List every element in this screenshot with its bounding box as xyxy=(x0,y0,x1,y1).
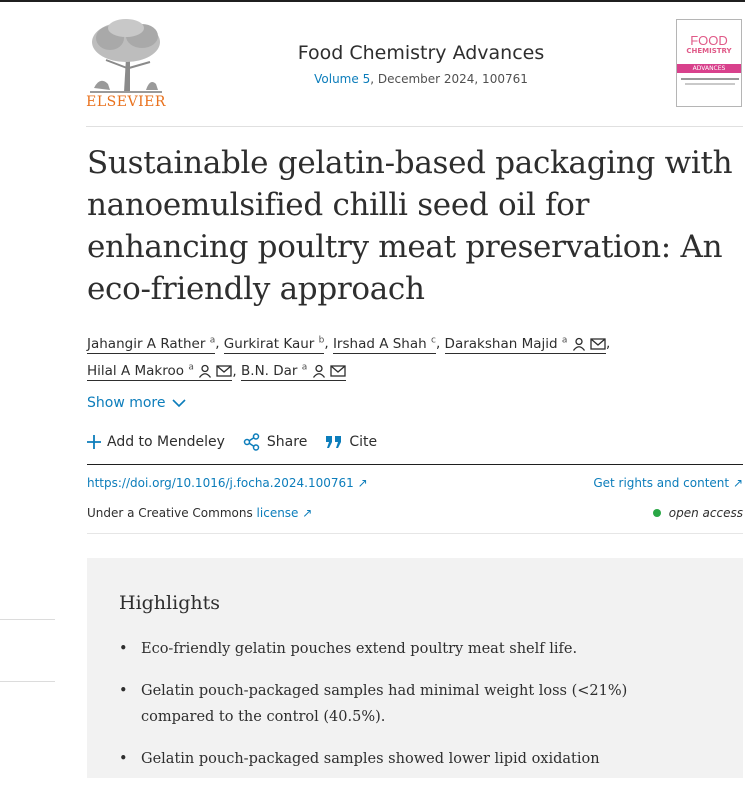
highlight-item: Gelatin pouch-packaged samples showed lo… xyxy=(119,746,679,772)
author-link[interactable]: B.N. Dar a xyxy=(241,363,346,381)
show-more-button[interactable]: Show more xyxy=(87,395,186,411)
highlights-title: Highlights xyxy=(119,592,220,614)
external-arrow-icon: ↗ xyxy=(732,476,743,490)
doi-link[interactable]: https://doi.org/10.1016/j.focha.2024.100… xyxy=(87,476,368,490)
cover-band: ADVANCES xyxy=(677,64,741,73)
person-icon xyxy=(199,364,212,378)
license-prefix: Under a Creative Commons xyxy=(87,506,257,520)
elsevier-logo[interactable]: ELSEVIER xyxy=(86,18,166,110)
rights-text: Get rights and content xyxy=(593,476,730,490)
add-to-mendeley-button[interactable]: Add to Mendeley xyxy=(87,434,225,450)
author-name: B.N. Dar xyxy=(241,363,298,379)
mail-icon xyxy=(590,337,606,350)
open-access-dot-icon xyxy=(652,509,661,517)
author-list: Jahangir A Rather a, Gurkirat Kaur b, Ir… xyxy=(87,335,611,381)
share-label: Share xyxy=(266,434,308,450)
license-info: Under a Creative Commons license ↗ xyxy=(87,506,312,520)
rights-link[interactable]: Get rights and content ↗ xyxy=(593,476,743,490)
elsevier-wordmark: ELSEVIER xyxy=(86,94,166,110)
author-name: Darakshan Majid xyxy=(444,335,558,352)
external-arrow-icon: ↗ xyxy=(357,476,368,490)
author-name: Jahangir A Rather xyxy=(87,335,206,352)
cover-line xyxy=(685,83,735,85)
author-affiliation: c xyxy=(431,335,436,345)
top-border xyxy=(0,0,745,2)
author-link[interactable]: Hilal A Makroo a xyxy=(87,362,233,381)
article-title: Sustainable gelatin-based packaging with… xyxy=(87,145,733,307)
chevron-down-icon xyxy=(171,399,186,408)
mail-icon xyxy=(216,365,233,377)
author-link[interactable]: Darakshan Majid a xyxy=(444,335,606,354)
highlight-item: Eco-friendly gelatin pouches extend poul… xyxy=(119,636,679,662)
header-divider xyxy=(86,126,743,127)
share-button[interactable]: Share xyxy=(243,433,307,451)
highlights-section: Highlights Eco-friendly gelatin pouches … xyxy=(87,558,743,778)
doi-text: https://doi.org/10.1016/j.focha.2024.100… xyxy=(87,476,354,490)
cite-label: Cite xyxy=(349,434,378,450)
left-divider xyxy=(0,619,55,620)
license-link[interactable]: license ↗ xyxy=(257,506,313,520)
author-name: Gurkirat Kaur xyxy=(223,335,315,352)
meta-divider xyxy=(87,533,743,534)
plus-icon xyxy=(87,435,101,449)
journal-meta: Volume 5, December 2024, 100761 xyxy=(190,72,652,86)
person-icon xyxy=(312,364,325,378)
cite-button[interactable]: Cite xyxy=(325,434,377,450)
cover-title-chemistry: CHEMISTRY xyxy=(686,47,732,55)
mail-icon xyxy=(330,365,346,377)
person-icon xyxy=(572,337,585,351)
show-more-label: Show more xyxy=(87,395,166,411)
quote-icon xyxy=(326,436,342,448)
author-affiliation: a xyxy=(188,362,194,373)
author-link[interactable]: Jahangir A Rather a xyxy=(87,335,216,354)
author-affiliation: a xyxy=(209,335,216,345)
journal-name[interactable]: Food Chemistry Advances xyxy=(190,42,652,64)
author-link[interactable]: Irshad A Shah c xyxy=(332,335,436,354)
author-link[interactable]: Gurkirat Kaur b xyxy=(223,335,325,354)
author-name: Irshad A Shah xyxy=(332,335,427,352)
license-link-text: license xyxy=(256,506,299,520)
journal-header: Food Chemistry Advances Volume 5, Decemb… xyxy=(190,42,652,86)
cover-title-food: FOOD xyxy=(690,33,728,48)
cover-line xyxy=(681,78,739,80)
open-access-label: open access xyxy=(668,506,743,520)
actions-divider xyxy=(87,464,743,465)
share-icon xyxy=(243,433,260,451)
open-access-badge: open access xyxy=(652,506,743,520)
author-affiliation: b xyxy=(318,335,325,345)
article-actions: Add to Mendeley Share Cite xyxy=(87,433,377,451)
journal-cover[interactable]: FOOD CHEMISTRY ADVANCES xyxy=(676,19,742,107)
author-name: Hilal A Makroo xyxy=(87,363,185,379)
issue-info: , December 2024, 100761 xyxy=(370,72,528,86)
elsevier-tree-icon xyxy=(86,18,166,94)
volume-link[interactable]: Volume 5 xyxy=(314,72,370,86)
author-affiliation: a xyxy=(301,362,308,373)
left-divider xyxy=(0,681,55,682)
add-to-mendeley-label: Add to Mendeley xyxy=(107,434,225,450)
highlights-list: Eco-friendly gelatin pouches extend poul… xyxy=(119,636,679,788)
highlight-item: Gelatin pouch-packaged samples had minim… xyxy=(119,678,679,730)
author-affiliation: a xyxy=(561,335,568,345)
